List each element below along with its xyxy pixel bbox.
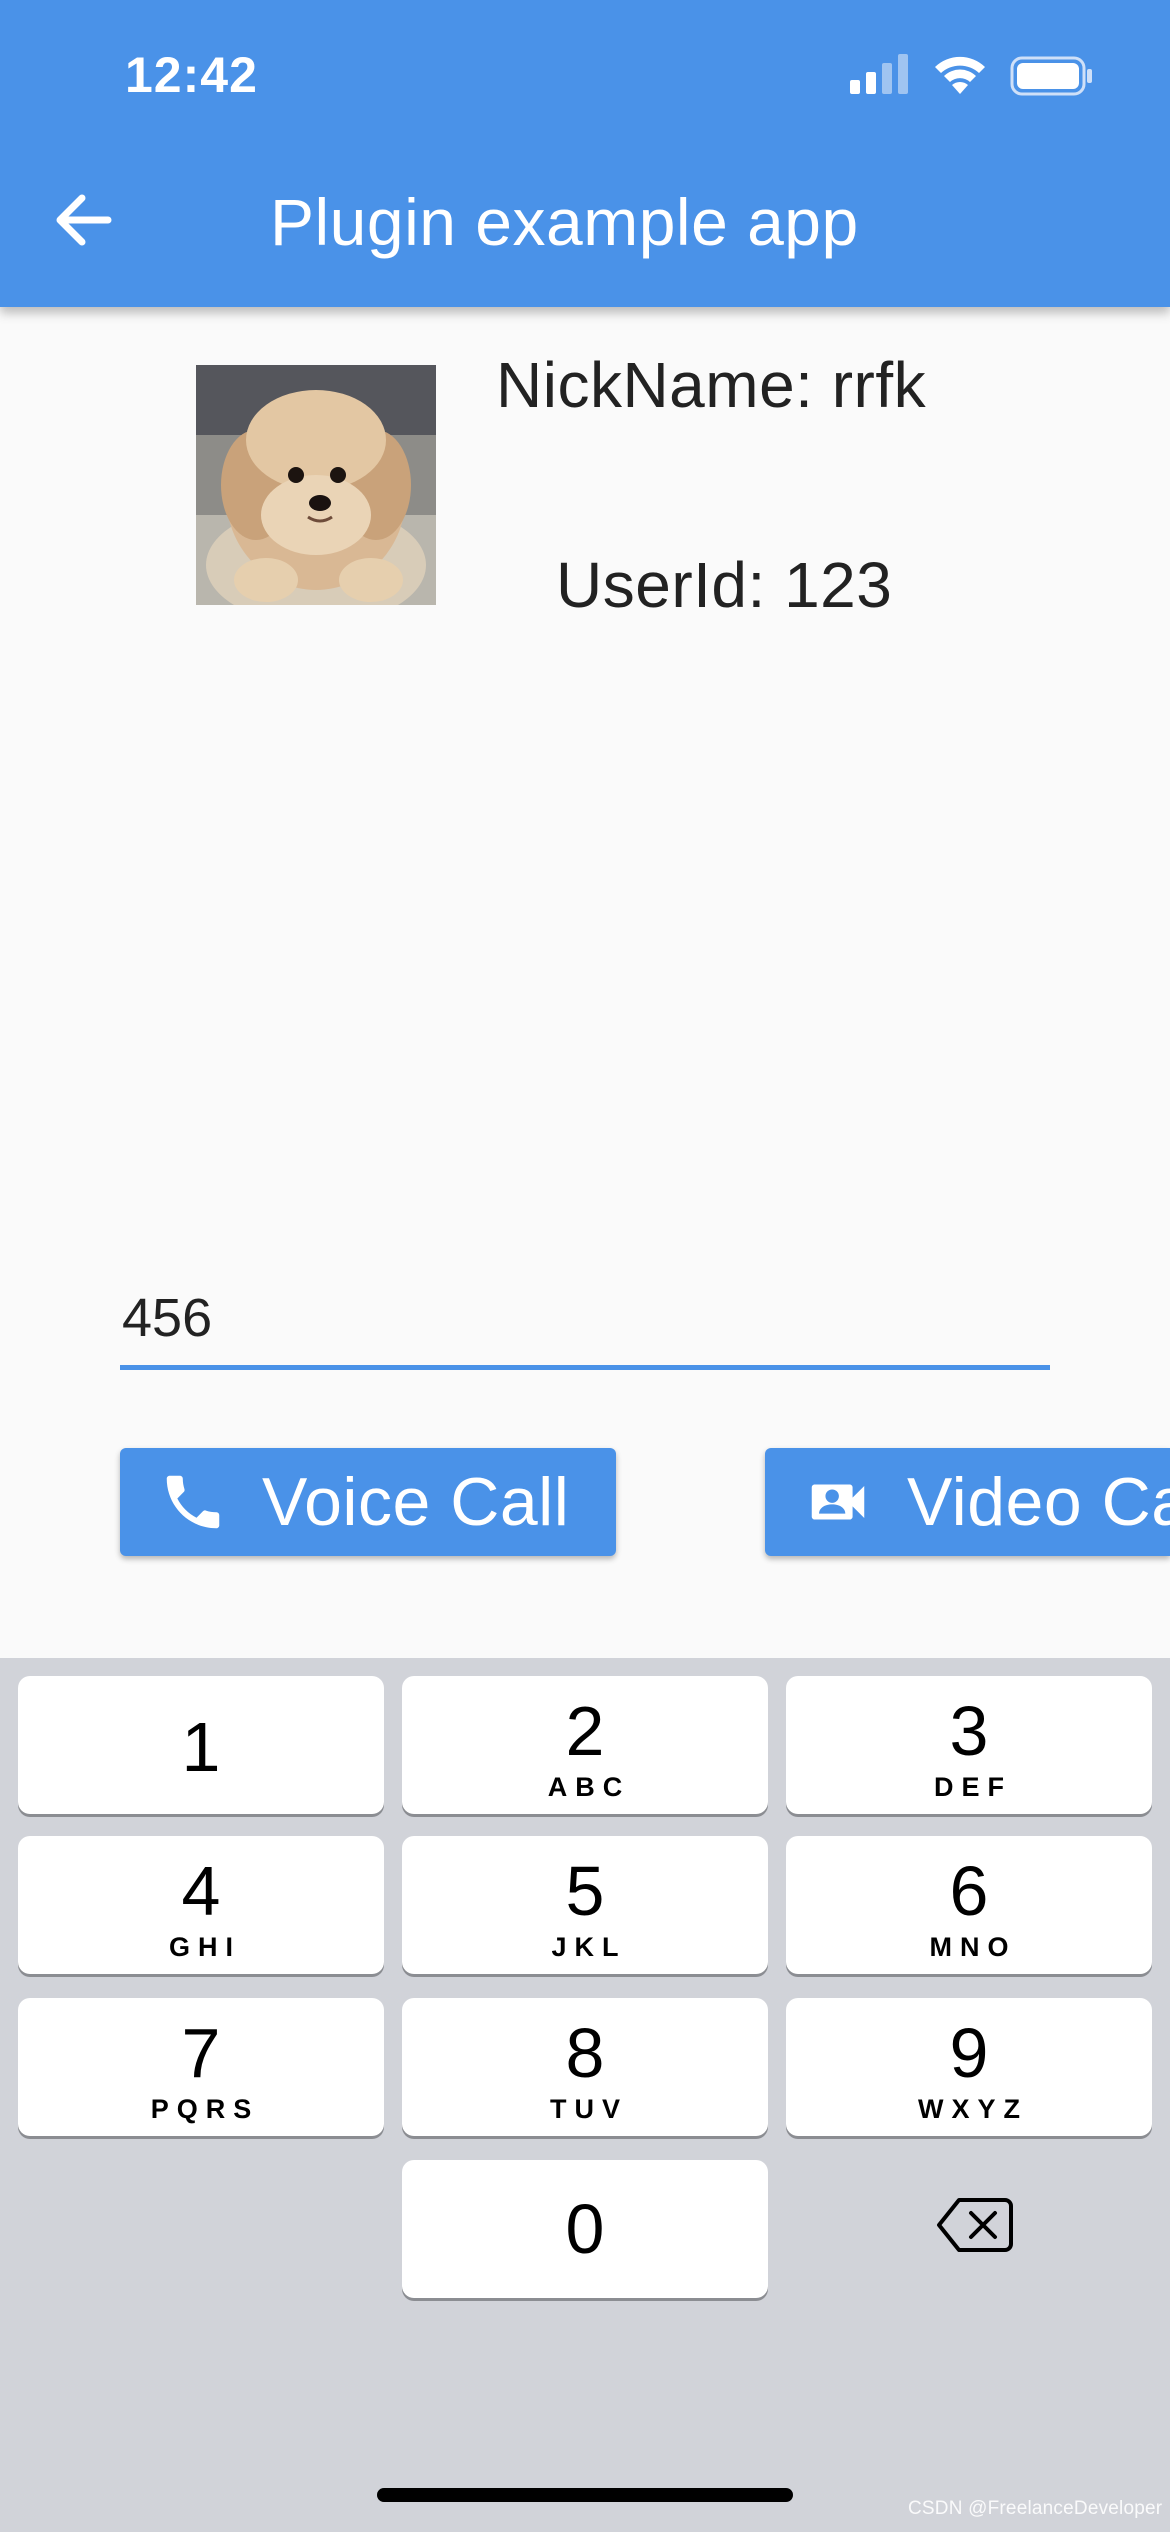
key-letters: PQRS — [150, 2094, 260, 2124]
key-digit: 7 — [181, 2014, 221, 2092]
key-3[interactable]: 3 DEF — [786, 1676, 1152, 1814]
backspace-icon[interactable] — [935, 2190, 1015, 2260]
signal-icon — [850, 52, 912, 96]
phone-icon — [158, 1467, 228, 1537]
voice-call-button[interactable]: Voice Call — [120, 1448, 616, 1556]
nickname-label: NickName: rrfk — [496, 349, 927, 421]
key-5[interactable]: 5 JKL — [402, 1836, 768, 1974]
status-time: 12:42 — [125, 47, 258, 103]
screen: 12:42 Plugin example app NickName: rrfk … — [0, 0, 1170, 2532]
key-0[interactable]: 0 — [402, 2160, 768, 2298]
key-digit: 9 — [949, 2014, 989, 2092]
callee-id-input[interactable] — [120, 1250, 1050, 1370]
key-digit: 5 — [565, 1852, 605, 1930]
key-letters: GHI — [168, 1932, 241, 1962]
key-digit: 1 — [181, 1708, 221, 1786]
avatar — [196, 365, 436, 605]
video-call-button[interactable]: Video Call — [765, 1448, 1170, 1556]
battery-icon — [1010, 56, 1094, 96]
key-2[interactable]: 2 ABC — [402, 1676, 768, 1814]
app-bar: 12:42 Plugin example app — [0, 0, 1170, 307]
key-letters: ABC — [547, 1772, 631, 1802]
home-indicator[interactable] — [377, 2488, 793, 2502]
key-letters: TUV — [550, 2094, 628, 2124]
userid-label: UserId: 123 — [556, 549, 893, 621]
key-digit: 2 — [565, 1692, 605, 1770]
numeric-keypad: 1 2 ABC 3 DEF 4 GHI 5 JKL 6 MNO 7 PQRS 8… — [0, 1658, 1170, 2532]
video-camera-icon — [803, 1467, 873, 1537]
key-digit: 8 — [565, 2014, 605, 2092]
page-title: Plugin example app — [270, 185, 859, 259]
key-4[interactable]: 4 GHI — [18, 1836, 384, 1974]
key-9[interactable]: 9 WXYZ — [786, 1998, 1152, 2136]
key-letters: DEF — [934, 1772, 1012, 1802]
key-6[interactable]: 6 MNO — [786, 1836, 1152, 1974]
back-arrow-icon[interactable] — [48, 185, 118, 255]
key-7[interactable]: 7 PQRS — [18, 1998, 384, 2136]
voice-call-label: Voice Call — [262, 1464, 570, 1540]
key-digit: 4 — [181, 1852, 221, 1930]
key-letters: JKL — [551, 1932, 627, 1962]
key-digit: 0 — [565, 2190, 605, 2268]
status-icons — [850, 52, 1100, 102]
key-digit: 6 — [949, 1852, 989, 1930]
key-1[interactable]: 1 — [18, 1676, 384, 1814]
key-8[interactable]: 8 TUV — [402, 1998, 768, 2136]
key-letters: WXYZ — [918, 2094, 1028, 2124]
key-letters: MNO — [929, 1932, 1017, 1962]
watermark: CSDN @FreelanceDeveloper — [908, 2498, 1163, 2519]
dog-photo — [196, 365, 436, 605]
wifi-icon — [932, 54, 988, 96]
video-call-label: Video Call — [907, 1464, 1170, 1540]
key-digit: 3 — [949, 1692, 989, 1770]
